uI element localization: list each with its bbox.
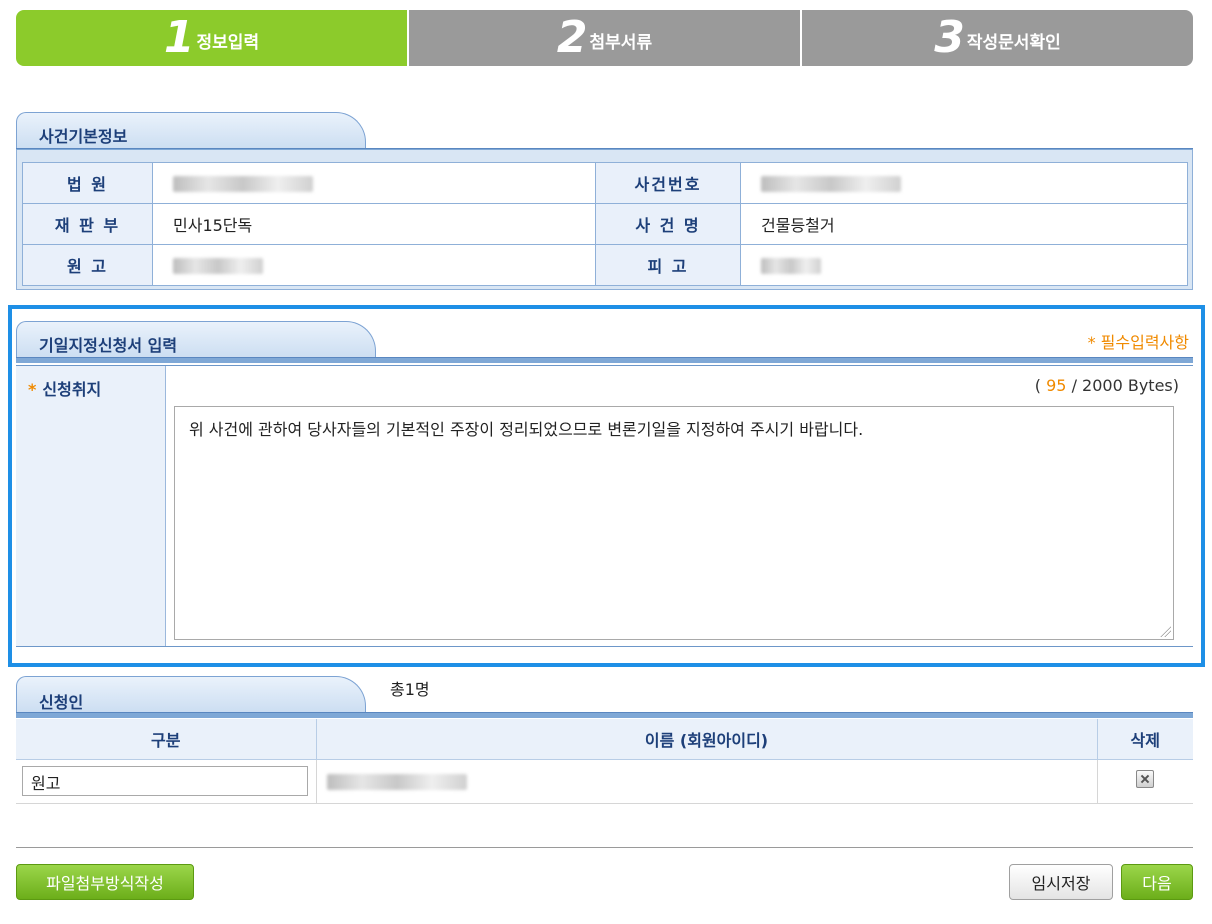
name-cell [316,759,1098,804]
purpose-label: 신청취지 [42,380,102,399]
defendant-value [740,244,1188,286]
step-number: 3 [934,12,965,63]
step-number: 1 [163,12,195,63]
step-label: 첨부서류 [589,32,653,53]
resize-handle-icon[interactable] [1159,625,1171,637]
case-info-section-header: 사건기본정보 [16,112,1193,154]
step-label: 정보입력 [196,32,260,53]
required-fields-note: * 필수입력사항 [1087,333,1189,352]
step-number: 2 [556,12,588,63]
case-info-panel: 법 원 사건번호 재 판 부 민사15단독 사 건 명 건물등철거 원 고 피 … [16,150,1193,290]
byte-count: 95 [1046,376,1067,395]
application-title: 기일지정신청서 입력 [16,321,376,361]
column-name-id: 이름 (회원아이디) [316,719,1098,760]
application-input-section: 기일지정신청서 입력 * 필수입력사항 * 신청취지 ( 95 / 2000 By… [8,305,1205,667]
applicant-title: 신청인 [16,676,366,716]
division-label: 재 판 부 [22,203,153,245]
case-info-table: 법 원 사건번호 재 판 부 민사15단독 사 건 명 건물등철거 원 고 피 … [22,162,1188,286]
case-number-value [740,162,1188,204]
division-value: 민사15단독 [152,203,596,245]
column-type: 구분 [16,719,317,760]
case-name-value: 건물등철거 [740,203,1188,245]
section-divider [16,712,1193,718]
column-delete: 삭제 [1097,719,1193,760]
temp-save-button[interactable]: 임시저장 [1009,864,1113,900]
file-attach-button[interactable]: 파일첨부방식작성 [16,864,194,900]
applicant-section-header: 신청인 [16,676,1193,718]
case-number-label: 사건번호 [595,162,741,204]
court-label: 법 원 [22,162,153,204]
step-1-info-input: 1 정보입력 [16,10,407,66]
section-divider [16,357,1193,363]
applicant-name-value [326,774,467,790]
case-info-title: 사건기본정보 [16,112,366,152]
defendant-label: 피 고 [595,244,741,286]
court-value [152,162,596,204]
purpose-text: 위 사건에 관하여 당사자들의 기본적인 주장이 정리되었으므로 변론기일을 지… [189,420,864,439]
footer-divider [16,847,1193,848]
delete-icon[interactable] [1136,770,1155,788]
required-star: * [28,380,37,399]
application-section-header: 기일지정신청서 입력 [16,321,1193,363]
delete-cell [1097,759,1193,804]
byte-counter: ( 95 / 2000 Bytes) [1035,376,1179,395]
table-row: 원고 [16,759,1193,804]
applicant-type-input[interactable]: 원고 [22,766,308,796]
byte-limit: / 2000 Bytes) [1071,376,1179,395]
table-header-row: 구분 이름 (회원아이디) 삭제 [16,719,1193,760]
case-name-label: 사 건 명 [595,203,741,245]
applicant-table: 구분 이름 (회원아이디) 삭제 원고 [16,719,1193,804]
step-2-attachments: 2 첨부서류 [407,10,800,66]
purpose-row: * 신청취지 ( 95 / 2000 Bytes) 위 사건에 관하여 당사자들의… [16,365,1193,647]
type-cell: 원고 [16,759,317,804]
purpose-textarea[interactable]: 위 사건에 관하여 당사자들의 기본적인 주장이 정리되었으므로 변론기일을 지… [174,406,1174,640]
step-label: 작성문서확인 [966,32,1061,53]
step-progress-bar: 1 정보입력 2 첨부서류 3 작성문서확인 [16,10,1193,66]
plaintiff-label: 원 고 [22,244,153,286]
step-3-confirm-document: 3 작성문서확인 [800,10,1193,66]
applicant-total: 총1명 [390,680,430,699]
purpose-label-cell: * 신청취지 [16,366,166,646]
next-button[interactable]: 다음 [1121,864,1193,900]
byte-open: ( [1034,376,1042,395]
plaintiff-value [152,244,596,286]
